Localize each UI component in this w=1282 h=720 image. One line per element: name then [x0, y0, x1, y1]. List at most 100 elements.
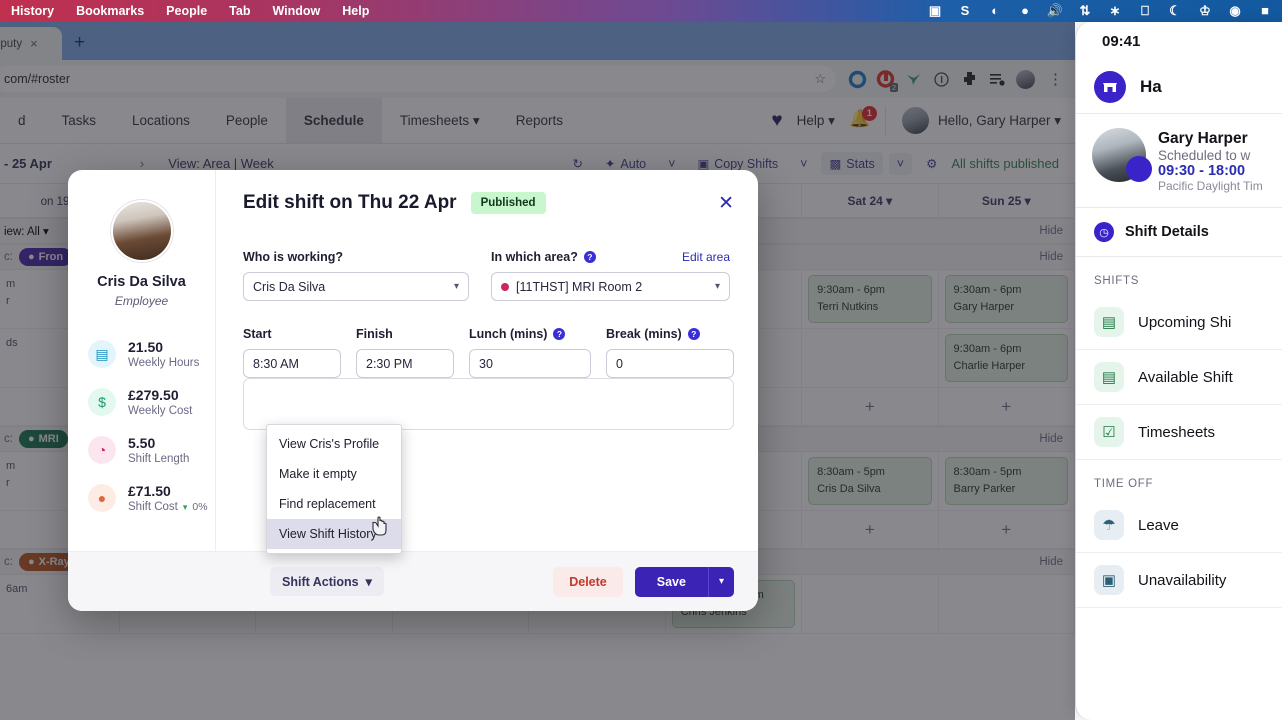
edit-shift-modal: Cris Da Silva Employee ▤ 21.50 Weekly Ho…	[68, 170, 758, 611]
shift-actions-button[interactable]: Shift Actions ▾	[270, 567, 384, 596]
phone-item-label: Available Shift	[1138, 368, 1233, 386]
employee-name: Cris Da Silva	[97, 274, 186, 290]
stat-label: Shift Cost	[128, 501, 178, 513]
modal-sidebar: Cris Da Silva Employee ▤ 21.50 Weekly Ho…	[68, 170, 216, 551]
menu-help[interactable]: Help	[331, 4, 380, 18]
employee-select-value: Cris Da Silva	[253, 279, 326, 294]
modal-body: Cris Da Silva Employee ▤ 21.50 Weekly Ho…	[68, 170, 758, 551]
assignment-fields: Who is working? Cris Da Silva ▾ In which…	[243, 250, 734, 301]
close-icon[interactable]: ✕	[718, 194, 734, 213]
phone-item-label: Unavailability	[1138, 571, 1227, 589]
sw-icon[interactable]: ●	[1010, 0, 1040, 22]
person-icon: ●	[88, 484, 116, 512]
phone-user-name: Gary Harper	[1158, 130, 1248, 147]
clock-icon: ◔	[88, 436, 116, 464]
store-icon[interactable]	[1094, 70, 1126, 103]
bluetooth-icon[interactable]: ⇅	[1070, 0, 1100, 22]
phone-item-unavailability[interactable]: ▣ Unavailability	[1076, 553, 1282, 608]
calendar-icon: ▤	[1094, 307, 1124, 337]
phone-item-upcoming-shifts[interactable]: ▤ Upcoming Shi	[1076, 295, 1282, 350]
finish-input[interactable]: 2:30 PM	[356, 349, 454, 378]
save-button[interactable]: Save	[634, 566, 709, 597]
break-input[interactable]: 0	[606, 349, 734, 378]
umbrella-icon: ☂	[1094, 510, 1124, 540]
finish-value: 2:30 PM	[366, 356, 413, 371]
phone-timezone: Pacific Daylight Tim	[1158, 179, 1263, 193]
screen-record-icon[interactable]: ▣	[920, 0, 950, 22]
break-group: Break (mins) ? 0	[606, 327, 734, 378]
phone-section-timeoff-label: TIME OFF	[1094, 478, 1154, 490]
help-icon[interactable]: ?	[687, 328, 700, 340]
phone-item-label: Upcoming Shi	[1138, 313, 1232, 331]
clock-icon: ◷	[1094, 222, 1114, 242]
media-play-icon[interactable]: ◉	[1220, 0, 1250, 22]
menu-tab[interactable]: Tab	[218, 4, 261, 18]
phone-item-leave[interactable]: ☂ Leave	[1076, 498, 1282, 553]
employee-select[interactable]: Cris Da Silva ▾	[243, 272, 469, 301]
area-select-value: [11THST] MRI Room 2	[516, 279, 643, 294]
moon-icon[interactable]: ☾	[1160, 0, 1190, 22]
menu-item-make-empty[interactable]: Make it empty	[267, 459, 401, 489]
area-group: In which area? ? Edit area [11THST] MRI …	[491, 250, 730, 301]
phone-item-label: Timesheets	[1138, 423, 1215, 441]
do-not-disturb-icon[interactable]: ◐	[980, 0, 1010, 22]
menu-bookmarks[interactable]: Bookmarks	[65, 4, 155, 18]
break-value: 0	[616, 356, 623, 371]
start-input[interactable]: 8:30 AM	[243, 349, 341, 378]
chevron-down-icon: ▾	[453, 281, 459, 292]
area-select[interactable]: [11THST] MRI Room 2 ▾	[491, 272, 730, 301]
menubar-system-icons: ▣ S ◐ ● 🔊 ⇅ ∗ ⎕ ☾ ♔ ◉ ■	[920, 0, 1282, 22]
trend-down-icon: ▾	[182, 501, 188, 512]
who-is-working-group: Who is working? Cris Da Silva ▾	[243, 250, 469, 301]
avatar	[1092, 128, 1152, 182]
phone-item-available-shifts[interactable]: ▤ Available Shift	[1076, 350, 1282, 405]
save-button-group: Save ▾	[634, 566, 734, 597]
stat-percent: 0%	[192, 501, 208, 513]
phone-clock: 09:41	[1102, 32, 1141, 50]
stat-label-wrap: Shift Cost ▾ 0%	[128, 501, 208, 513]
phone-scheduled-text: Scheduled to w	[1158, 148, 1251, 163]
wifi-icon[interactable]: ♔	[1190, 0, 1220, 22]
lunch-input[interactable]: 30	[469, 349, 591, 378]
stat-shift-cost: ● £71.50 Shift Cost ▾ 0%	[68, 474, 215, 522]
start-group: Start 8:30 AM	[243, 327, 341, 378]
save-dropdown-caret-icon[interactable]: ▾	[708, 566, 734, 597]
modal-footer: Shift Actions ▾ Delete Save ▾	[68, 551, 758, 611]
time-fields: Start 8:30 AM Finish 2:30 PM Lunch (mins…	[243, 327, 734, 378]
stat-label: Weekly Cost	[128, 405, 193, 417]
employee-role: Employee	[114, 294, 169, 308]
phone-shift-details-row[interactable]: ◷ Shift Details	[1076, 208, 1282, 257]
network-icon[interactable]: ∗	[1100, 0, 1130, 22]
volume-icon[interactable]: 🔊	[1040, 0, 1070, 22]
area-label-row: In which area? ? Edit area	[491, 250, 730, 264]
phone-status-bar: 09:41	[1076, 22, 1282, 60]
modal-header: Edit shift on Thu 22 Apr Published ✕	[243, 192, 734, 214]
footer-actions: Delete Save ▾	[553, 566, 734, 597]
calendar-icon: ▤	[88, 340, 116, 368]
battery-icon[interactable]: ■	[1250, 0, 1280, 22]
menu-window[interactable]: Window	[261, 4, 331, 18]
who-label: Who is working?	[243, 250, 343, 264]
help-icon[interactable]: ?	[553, 328, 566, 340]
display-icon[interactable]: ⎕	[1130, 0, 1160, 22]
menu-people[interactable]: People	[155, 4, 218, 18]
phone-header: Hа	[1076, 60, 1282, 114]
menu-item-view-profile[interactable]: View Cris's Profile	[267, 429, 401, 459]
help-icon[interactable]: ?	[583, 251, 596, 263]
status-badge: Published	[470, 192, 546, 214]
area-color-dot	[501, 282, 509, 291]
phone-user-card[interactable]: Gary Harper Scheduled to w 09:30 - 18:00…	[1076, 114, 1282, 208]
menu-history[interactable]: History	[0, 4, 65, 18]
notes-textarea[interactable]	[243, 378, 734, 430]
mouse-cursor-icon	[370, 515, 388, 542]
start-value: 8:30 AM	[253, 356, 299, 371]
unavailable-icon: ▣	[1094, 565, 1124, 595]
dollar-icon: $	[88, 388, 116, 416]
sketch-icon[interactable]: S	[950, 0, 980, 22]
start-label: Start	[243, 327, 272, 341]
stat-text: 21.50 Weekly Hours	[128, 339, 199, 369]
phone-item-timesheets[interactable]: ☑ Timesheets	[1076, 405, 1282, 460]
edit-area-link[interactable]: Edit area	[682, 250, 730, 264]
delete-button[interactable]: Delete	[553, 566, 623, 597]
mobile-app-panel: 09:41 Hа Gary Harper Scheduled to w 09:3…	[1075, 22, 1282, 720]
